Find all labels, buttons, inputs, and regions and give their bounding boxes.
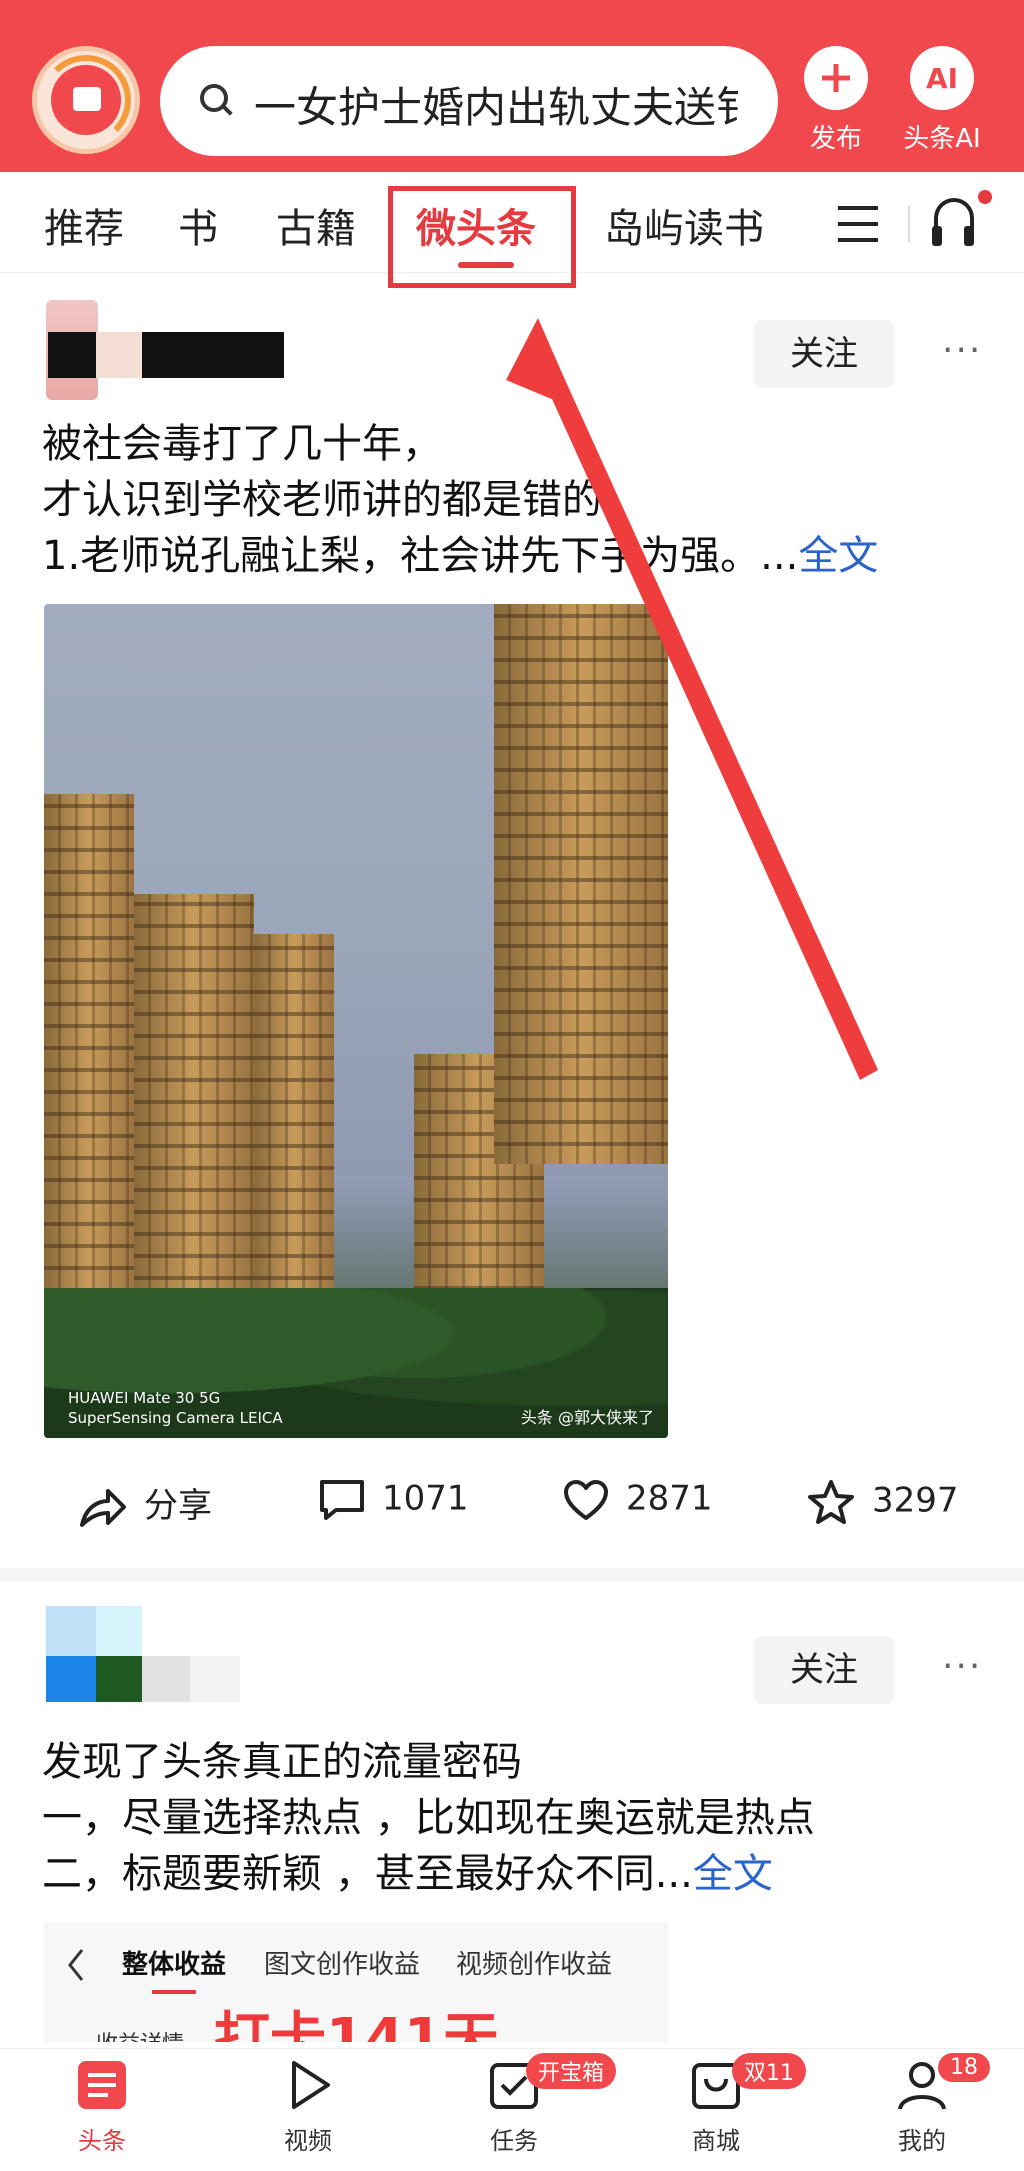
post-text[interactable]: 发现了头条真正的流量密码 一，尽量选择热点 ，比如现在奥运就是热点 二，标题要新…: [42, 1734, 815, 1902]
building: [494, 604, 668, 1164]
avatar[interactable]: [46, 1606, 96, 1656]
post-line: 被社会毒打了几十年，: [42, 421, 442, 467]
redaction-block: [96, 332, 142, 378]
full-text-link[interactable]: 全文: [798, 533, 878, 579]
menu-icon[interactable]: [838, 206, 878, 242]
annotation-highlight-box: [388, 186, 576, 288]
post-text[interactable]: 被社会毒打了几十年， 才认识到学校老师讲的都是错的。 1.老师说孔融让梨，社会讲…: [42, 416, 878, 584]
toutiao-ai-button[interactable]: AI 头条AI: [892, 46, 992, 155]
image-big-text: 打卡141天: [214, 2007, 499, 2042]
headphone-icon[interactable]: [932, 196, 978, 246]
tab-ancient-books[interactable]: 古籍: [276, 196, 356, 254]
plus-icon: [804, 46, 868, 110]
tab-recommend[interactable]: 推荐: [44, 196, 124, 254]
building: [44, 794, 134, 1354]
username-redacted: [190, 1656, 240, 1702]
post-separator: [0, 1568, 1024, 1582]
app-logo-icon[interactable]: [32, 46, 140, 154]
tab-island-reading[interactable]: 岛屿读书: [604, 196, 764, 254]
share-button[interactable]: 分享: [78, 1478, 212, 1531]
search-text: 一女护士婚内出轨丈夫送钅: [254, 83, 759, 132]
follow-button[interactable]: 关注: [754, 320, 894, 388]
star-icon: [808, 1480, 854, 1524]
image-tab-indicator: [152, 1990, 196, 1994]
double11-badge: 双11: [732, 2053, 806, 2089]
back-chevron-icon: [68, 1949, 84, 1981]
avatar-pixel: [46, 1656, 96, 1702]
nav-toutiao[interactable]: 头条: [42, 2059, 162, 2156]
like-button[interactable]: 2871: [562, 1478, 713, 1522]
post-line: 1.老师说孔融让梨，社会讲先下手为强。...: [42, 533, 799, 579]
play-icon: [292, 2061, 330, 2109]
bottom-navigation: 头条 视频 任务 开宝箱 商城 双11 我的 18: [0, 2048, 1024, 2171]
heart-icon: [564, 1480, 608, 1520]
post-line: 二，标题要新颖 ，甚至最好众不同...: [42, 1851, 693, 1897]
post-image[interactable]: HUAWEI Mate 30 5G SuperSensing Camera LE…: [44, 604, 668, 1438]
avatar-pixel: [96, 1656, 142, 1702]
treasure-box-badge: 开宝箱: [526, 2053, 617, 2089]
redaction-block: [48, 332, 96, 378]
post-line: 一，尽量选择热点 ，比如现在奥运就是热点: [42, 1795, 815, 1841]
image-tab: 整体收益: [122, 1950, 227, 1980]
favorite-button[interactable]: 3297: [806, 1478, 959, 1526]
comment-icon: [320, 1480, 364, 1520]
ai-label: 头条AI: [903, 124, 981, 154]
publish-label: 发布: [809, 124, 862, 154]
image-tab: 视频创作收益: [456, 1950, 613, 1980]
search-icon: [200, 84, 228, 112]
profile-count-badge: 18: [938, 2053, 990, 2082]
comment-button[interactable]: 1071: [318, 1478, 469, 1522]
share-icon: [80, 1488, 126, 1527]
notification-dot: [978, 190, 992, 204]
top-header: 一女护士婚内出轨丈夫送钅 发布 AI 头条AI: [0, 0, 1024, 172]
divider: [908, 206, 910, 242]
image-tab: 图文创作收益: [264, 1950, 421, 1980]
source-watermark: 头条 @郭大侠来了: [520, 1408, 654, 1427]
post-line: 发现了头条真正的流量密码: [42, 1739, 522, 1785]
username-redacted: [142, 1656, 190, 1702]
full-text-link[interactable]: 全文: [693, 1851, 773, 1897]
publish-button[interactable]: 发布: [786, 46, 886, 155]
camera-watermark: HUAWEI Mate 30 5G SuperSensing Camera LE…: [68, 1389, 283, 1427]
search-bar[interactable]: 一女护士婚内出轨丈夫送钅: [160, 46, 778, 156]
post-image[interactable]: 整体收益 图文创作收益 视频创作收益 收益详情 打卡141天: [44, 1922, 668, 2042]
avatar-pixel: [96, 1606, 142, 1656]
post-line: 才认识到学校老师讲的都是错的。: [42, 477, 642, 523]
image-small-text: 收益详情: [96, 2026, 184, 2042]
more-options-icon[interactable]: ···: [942, 1646, 982, 1687]
nav-video[interactable]: 视频: [248, 2059, 368, 2156]
follow-button[interactable]: 关注: [754, 1636, 894, 1704]
tab-book[interactable]: 书: [178, 196, 218, 254]
username-redacted: [142, 332, 284, 378]
more-options-icon[interactable]: ···: [942, 330, 982, 371]
toutiao-icon: [78, 2061, 126, 2109]
ai-icon: AI: [910, 46, 974, 110]
